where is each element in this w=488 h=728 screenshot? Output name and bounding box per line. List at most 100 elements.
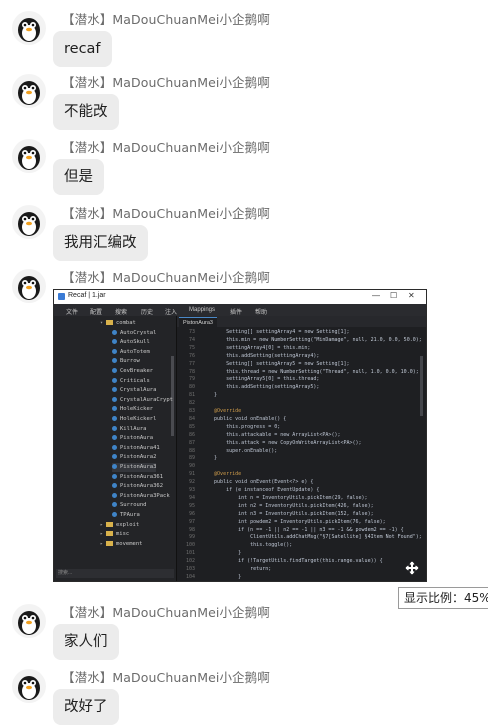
menu-item: 历史	[141, 310, 154, 316]
class-icon	[112, 406, 117, 412]
editor-scrollbar	[420, 356, 423, 416]
menu-item: 文件	[66, 310, 79, 316]
avatar[interactable]	[12, 669, 46, 703]
line-number: 95	[188, 502, 195, 509]
tree-item-label: HoleKickerl	[120, 416, 157, 422]
line-number: 101	[185, 550, 195, 557]
menu-item: Mappings	[189, 307, 216, 313]
tree-item-label: Criticals	[120, 377, 150, 384]
sender-name[interactable]: 【潜水】MaDouChuanMei小企鹅啊	[62, 137, 270, 156]
folder-icon	[106, 320, 113, 325]
tree-item-label: AutoCrystal	[120, 329, 157, 336]
line-number: 98	[188, 526, 195, 533]
line-number: 77	[188, 360, 195, 367]
tree-item: HoleKicker	[112, 405, 153, 414]
avatar[interactable]	[12, 269, 46, 303]
line-number: 102	[185, 558, 195, 565]
class-icon	[112, 329, 117, 335]
line-number-gutter: 73 74 75 76 77 78 79 80 81 82 83 84 85 86 87 88 89 90 91 92…	[177, 327, 199, 581]
line-number: 86	[188, 431, 195, 438]
tree-item-label: CrystalAuraCrypt	[120, 396, 173, 403]
class-icon	[112, 425, 117, 431]
tree-item-label: AutoTotem	[120, 348, 150, 355]
tree-item-label: TPAura	[120, 512, 140, 518]
tree-item: PistonAura	[112, 434, 153, 443]
code-line: this.min = new NumberSetting("MinDamage"…	[202, 336, 422, 343]
line-number: 97	[188, 518, 195, 525]
tree-item: AutoTotem	[112, 348, 150, 357]
message-bubble[interactable]: 我用汇编改	[53, 225, 148, 261]
code-line: return;	[202, 566, 272, 572]
message-bubble[interactable]: recaf	[53, 31, 112, 67]
tree-item: ▾ combat	[100, 320, 136, 326]
close-icon: ✕	[408, 291, 415, 300]
line-number: 103	[185, 566, 195, 572]
class-icon	[112, 483, 117, 489]
line-number: 94	[188, 494, 195, 501]
tree-item: PistonAura361	[112, 473, 163, 482]
code-line: this.progress = 0;	[202, 423, 281, 430]
tree-item: ▸ exploit	[100, 521, 140, 528]
code-line: }	[202, 573, 242, 580]
menu-item: 搜索	[115, 310, 128, 316]
minimize-icon: —	[372, 291, 380, 300]
avatar[interactable]	[12, 205, 46, 239]
line-number: 83	[188, 408, 195, 414]
tree-item: HoleKickerl	[112, 415, 156, 424]
code-line: @Override	[202, 408, 242, 414]
message-bubble[interactable]: 不能改	[53, 94, 119, 130]
tree-item: KillAura	[112, 425, 147, 434]
line-number: 91	[188, 471, 195, 478]
class-icon	[112, 464, 117, 469]
code-line: Setting[] settingArray5 = new Setting[1]…	[202, 360, 350, 367]
code-line: int n = InventoryUtils.pickItem(29, fals…	[202, 494, 368, 501]
class-icon	[112, 473, 117, 479]
class-icon	[112, 416, 117, 421]
code-line: this.addSetting(settingArray4);	[202, 352, 320, 359]
tree-item: ▸ misc	[100, 531, 130, 538]
sender-name[interactable]: 【潜水】MaDouChuanMei小企鹅啊	[62, 267, 270, 286]
tree-search-input: 搜索...	[56, 569, 174, 578]
tree-item-label: combat	[116, 320, 136, 326]
message-bubble[interactable]: 家人们	[53, 624, 119, 660]
tree-item: CevBreaker	[112, 367, 153, 376]
tree-item: PistonAura3	[112, 463, 157, 472]
tree-item-label: misc	[116, 531, 130, 538]
avatar[interactable]	[12, 11, 46, 45]
expand-icon[interactable]	[405, 561, 419, 575]
tree-item-label: PistonAura	[120, 435, 154, 442]
code-line: }	[202, 550, 242, 557]
avatar[interactable]	[12, 139, 46, 173]
message-bubble[interactable]: 改好了	[53, 689, 119, 725]
line-number: 89	[188, 455, 195, 462]
folder-icon	[106, 540, 113, 546]
line-number: 73	[188, 329, 195, 335]
tree-item: CrystalAura	[112, 386, 156, 395]
tree-item-label: CrystalAura	[120, 387, 157, 394]
code-line: settingArray4[0] = this.min;	[202, 344, 311, 351]
class-tree: 搜索... ▾ combat AutoCrystal AutoSkull AutoTot…	[54, 316, 177, 581]
tree-item: Burrow	[112, 357, 140, 366]
line-number: 78	[188, 368, 195, 375]
tree-item-label: PistonAura3	[120, 464, 157, 470]
image-message[interactable]: Recaf | 1.jar — ☐ ✕ 文件 配置 搜索 历史 注入 Mappi…	[53, 289, 427, 582]
class-icon	[112, 377, 117, 383]
code-line: int n3 = InventoryUtils.pickItem(152, fa…	[202, 510, 374, 517]
sender-name[interactable]: 【潜水】MaDouChuanMei小企鹅啊	[62, 203, 270, 222]
sender-name[interactable]: 【潜水】MaDouChuanMei小企鹅啊	[62, 667, 270, 686]
avatar[interactable]	[12, 74, 46, 108]
tree-item-label: PistonAura3Pack	[120, 492, 170, 499]
avatar[interactable]	[12, 604, 46, 638]
window-titlebar: Recaf | 1.jar — ☐ ✕	[54, 290, 426, 304]
code-line: this.toggle();	[202, 542, 293, 549]
code-line: public void onEvent(Event<?> e) {	[202, 479, 314, 486]
code-line: }	[202, 455, 218, 462]
line-number: 99	[188, 534, 195, 541]
sender-name[interactable]: 【潜水】MaDouChuanMei小企鹅啊	[62, 602, 270, 621]
sender-name[interactable]: 【潜水】MaDouChuanMei小企鹅啊	[62, 9, 270, 28]
sender-name[interactable]: 【潜水】MaDouChuanMei小企鹅啊	[62, 72, 270, 91]
line-number: 84	[188, 415, 195, 422]
code-line: @Override	[202, 471, 242, 478]
message-bubble[interactable]: 但是	[53, 159, 104, 195]
tree-item: PistonAura362	[112, 482, 163, 491]
